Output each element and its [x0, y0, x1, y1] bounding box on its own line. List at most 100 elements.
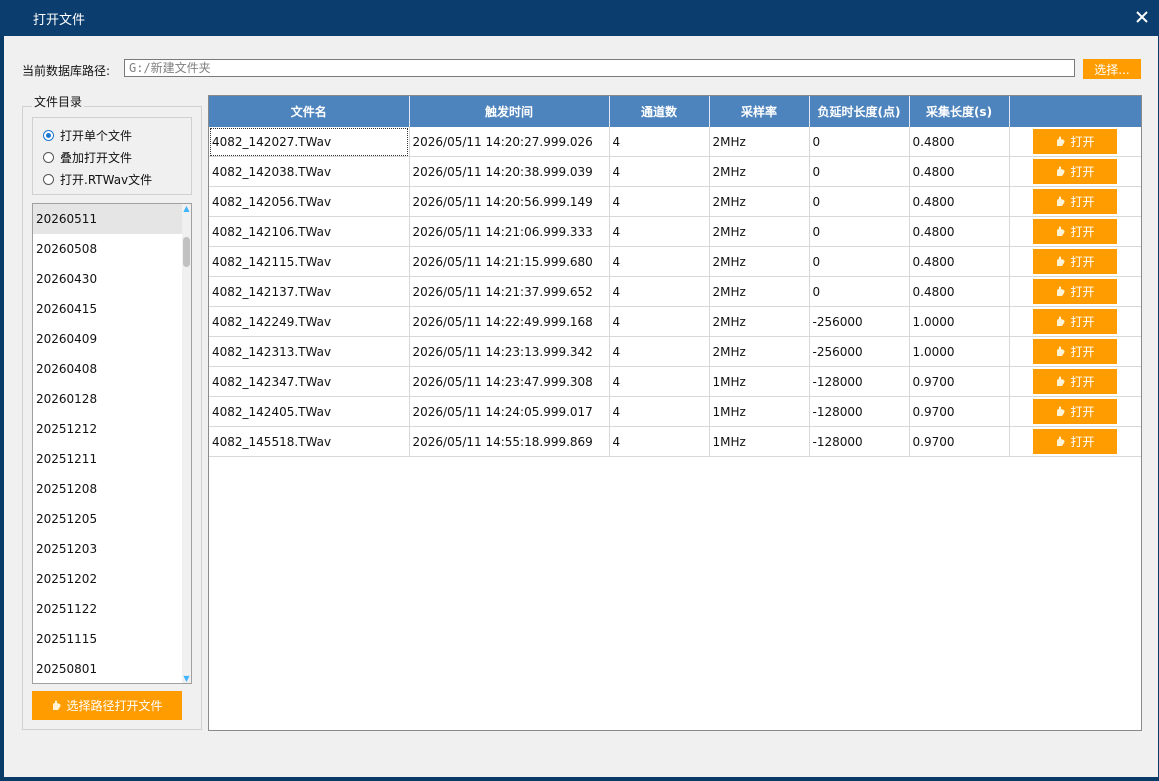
cell-channels[interactable]: 4 — [609, 336, 710, 367]
cell-negative-delay[interactable]: -256000 — [809, 306, 910, 337]
cell-trigger-time[interactable]: 2026/05/11 14:23:47.999.308 — [409, 366, 610, 397]
cell-channels[interactable]: 4 — [609, 127, 710, 157]
table-row[interactable]: 4082_142347.TWav 2026/05/11 14:23:47.999.… — [209, 366, 1141, 397]
open-file-button[interactable]: 打开 — [1033, 279, 1117, 304]
list-item[interactable]: 20251203 — [33, 534, 182, 564]
table-row[interactable]: 4082_145518.TWav 2026/05/11 14:55:18.999.… — [209, 426, 1141, 457]
cell-channels[interactable]: 4 — [609, 276, 710, 307]
table-row[interactable]: 4082_142405.TWav 2026/05/11 14:24:05.999.… — [209, 396, 1141, 427]
cell-negative-delay[interactable]: 0 — [809, 246, 910, 277]
table-row[interactable]: 4082_142106.TWav 2026/05/11 14:21:06.999.… — [209, 216, 1141, 247]
cell-capture-length[interactable]: 0.9700 — [909, 426, 1010, 457]
cell-sample-rate[interactable]: 1MHz — [709, 426, 810, 457]
cell-negative-delay[interactable]: -128000 — [809, 366, 910, 397]
cell-filename[interactable]: 4082_142347.TWav — [209, 366, 410, 397]
open-file-button[interactable]: 打开 — [1033, 369, 1117, 394]
table-row[interactable]: 4082_142056.TWav 2026/05/11 14:20:56.999.… — [209, 186, 1141, 217]
table-row[interactable]: 4082_142249.TWav 2026/05/11 14:22:49.999.… — [209, 306, 1141, 337]
cell-filename[interactable]: 4082_142106.TWav — [209, 216, 410, 247]
cell-sample-rate[interactable]: 2MHz — [709, 127, 810, 157]
column-header-trigger-time[interactable]: 触发时间 — [409, 96, 610, 127]
list-item[interactable]: 20260409 — [33, 324, 182, 354]
cell-negative-delay[interactable]: 0 — [809, 216, 910, 247]
column-header-channels[interactable]: 通道数 — [609, 96, 710, 127]
cell-negative-delay[interactable]: 0 — [809, 127, 910, 157]
cell-negative-delay[interactable]: -256000 — [809, 336, 910, 367]
cell-capture-length[interactable]: 0.4800 — [909, 276, 1010, 307]
cell-sample-rate[interactable]: 1MHz — [709, 396, 810, 427]
list-item[interactable]: 20250801 — [33, 654, 182, 683]
open-by-path-button[interactable]: 选择路径打开文件 — [32, 691, 182, 720]
cell-filename[interactable]: 4082_142249.TWav — [209, 306, 410, 337]
column-header-capture-length[interactable]: 采集长度(s) — [909, 96, 1010, 127]
radio-open-single[interactable]: 打开单个文件 — [43, 127, 132, 144]
list-item[interactable]: 20260430 — [33, 264, 182, 294]
radio-overlay-open[interactable]: 叠加打开文件 — [43, 149, 132, 166]
cell-trigger-time[interactable]: 2026/05/11 14:23:13.999.342 — [409, 336, 610, 367]
radio-open-rtwav[interactable]: 打开.RTWav文件 — [43, 171, 152, 188]
cell-trigger-time[interactable]: 2026/05/11 14:21:15.999.680 — [409, 246, 610, 277]
list-item[interactable]: 20260408 — [33, 354, 182, 384]
cell-sample-rate[interactable]: 2MHz — [709, 246, 810, 277]
list-item[interactable]: 20260511 — [33, 204, 182, 234]
cell-trigger-time[interactable]: 2026/05/11 14:20:38.999.039 — [409, 156, 610, 187]
cell-trigger-time[interactable]: 2026/05/11 14:24:05.999.017 — [409, 396, 610, 427]
cell-sample-rate[interactable]: 1MHz — [709, 366, 810, 397]
open-file-button[interactable]: 打开 — [1033, 249, 1117, 274]
path-field[interactable]: G:/新建文件夹 — [124, 59, 1075, 77]
list-scrollbar[interactable]: ▲ ▼ — [182, 204, 191, 683]
cell-filename[interactable]: 4082_142115.TWav — [209, 246, 410, 277]
column-header-sample-rate[interactable]: 采样率 — [709, 96, 810, 127]
cell-capture-length[interactable]: 1.0000 — [909, 306, 1010, 337]
cell-filename[interactable]: 4082_142137.TWav — [209, 276, 410, 307]
cell-channels[interactable]: 4 — [609, 396, 710, 427]
cell-channels[interactable]: 4 — [609, 156, 710, 187]
cell-negative-delay[interactable]: -128000 — [809, 426, 910, 457]
table-row[interactable]: 4082_142038.TWav 2026/05/11 14:20:38.999.… — [209, 156, 1141, 187]
cell-channels[interactable]: 4 — [609, 246, 710, 277]
cell-sample-rate[interactable]: 2MHz — [709, 186, 810, 217]
cell-filename[interactable]: 4082_142405.TWav — [209, 396, 410, 427]
list-item[interactable]: 20260415 — [33, 294, 182, 324]
list-item[interactable]: 20251122 — [33, 594, 182, 624]
column-header-negative-delay[interactable]: 负延时长度(点) — [809, 96, 910, 127]
cell-filename[interactable]: 4082_142313.TWav — [209, 336, 410, 367]
list-item[interactable]: 20251212 — [33, 414, 182, 444]
scroll-down-icon[interactable]: ▼ — [182, 674, 191, 683]
cell-capture-length[interactable]: 0.9700 — [909, 366, 1010, 397]
cell-sample-rate[interactable]: 2MHz — [709, 336, 810, 367]
cell-negative-delay[interactable]: -128000 — [809, 396, 910, 427]
cell-trigger-time[interactable]: 2026/05/11 14:21:37.999.652 — [409, 276, 610, 307]
open-file-button[interactable]: 打开 — [1033, 159, 1117, 184]
table-row[interactable]: 4082_142313.TWav 2026/05/11 14:23:13.999.… — [209, 336, 1141, 367]
cell-filename[interactable]: 4082_142027.TWav — [209, 127, 410, 157]
list-item[interactable]: 20260128 — [33, 384, 182, 414]
cell-trigger-time[interactable]: 2026/05/11 14:22:49.999.168 — [409, 306, 610, 337]
cell-trigger-time[interactable]: 2026/05/11 14:20:56.999.149 — [409, 186, 610, 217]
open-file-button[interactable]: 打开 — [1033, 399, 1117, 424]
table-row[interactable]: 4082_142137.TWav 2026/05/11 14:21:37.999.… — [209, 276, 1141, 307]
cell-negative-delay[interactable]: 0 — [809, 186, 910, 217]
table-row[interactable]: 4082_142115.TWav 2026/05/11 14:21:15.999.… — [209, 246, 1141, 277]
date-folder-list[interactable]: 20260511 20260508 20260430 20260415 20260409… — [32, 203, 192, 684]
cell-channels[interactable]: 4 — [609, 216, 710, 247]
cell-capture-length[interactable]: 0.4800 — [909, 156, 1010, 187]
cell-capture-length[interactable]: 0.4800 — [909, 127, 1010, 157]
choose-path-button[interactable]: 选择... — [1083, 59, 1141, 79]
cell-capture-length[interactable]: 0.4800 — [909, 186, 1010, 217]
list-item[interactable]: 20260508 — [33, 234, 182, 264]
list-item[interactable]: 20251202 — [33, 564, 182, 594]
cell-filename[interactable]: 4082_142038.TWav — [209, 156, 410, 187]
cell-trigger-time[interactable]: 2026/05/11 14:55:18.999.869 — [409, 426, 610, 457]
cell-sample-rate[interactable]: 2MHz — [709, 216, 810, 247]
close-icon[interactable] — [1135, 10, 1149, 24]
cell-filename[interactable]: 4082_142056.TWav — [209, 186, 410, 217]
list-item[interactable]: 20251208 — [33, 474, 182, 504]
open-file-button[interactable]: 打开 — [1033, 219, 1117, 244]
scroll-up-icon[interactable]: ▲ — [182, 204, 191, 213]
cell-sample-rate[interactable]: 2MHz — [709, 306, 810, 337]
cell-capture-length[interactable]: 1.0000 — [909, 336, 1010, 367]
cell-capture-length[interactable]: 0.4800 — [909, 246, 1010, 277]
open-file-button[interactable]: 打开 — [1033, 189, 1117, 214]
open-file-button[interactable]: 打开 — [1033, 309, 1117, 334]
